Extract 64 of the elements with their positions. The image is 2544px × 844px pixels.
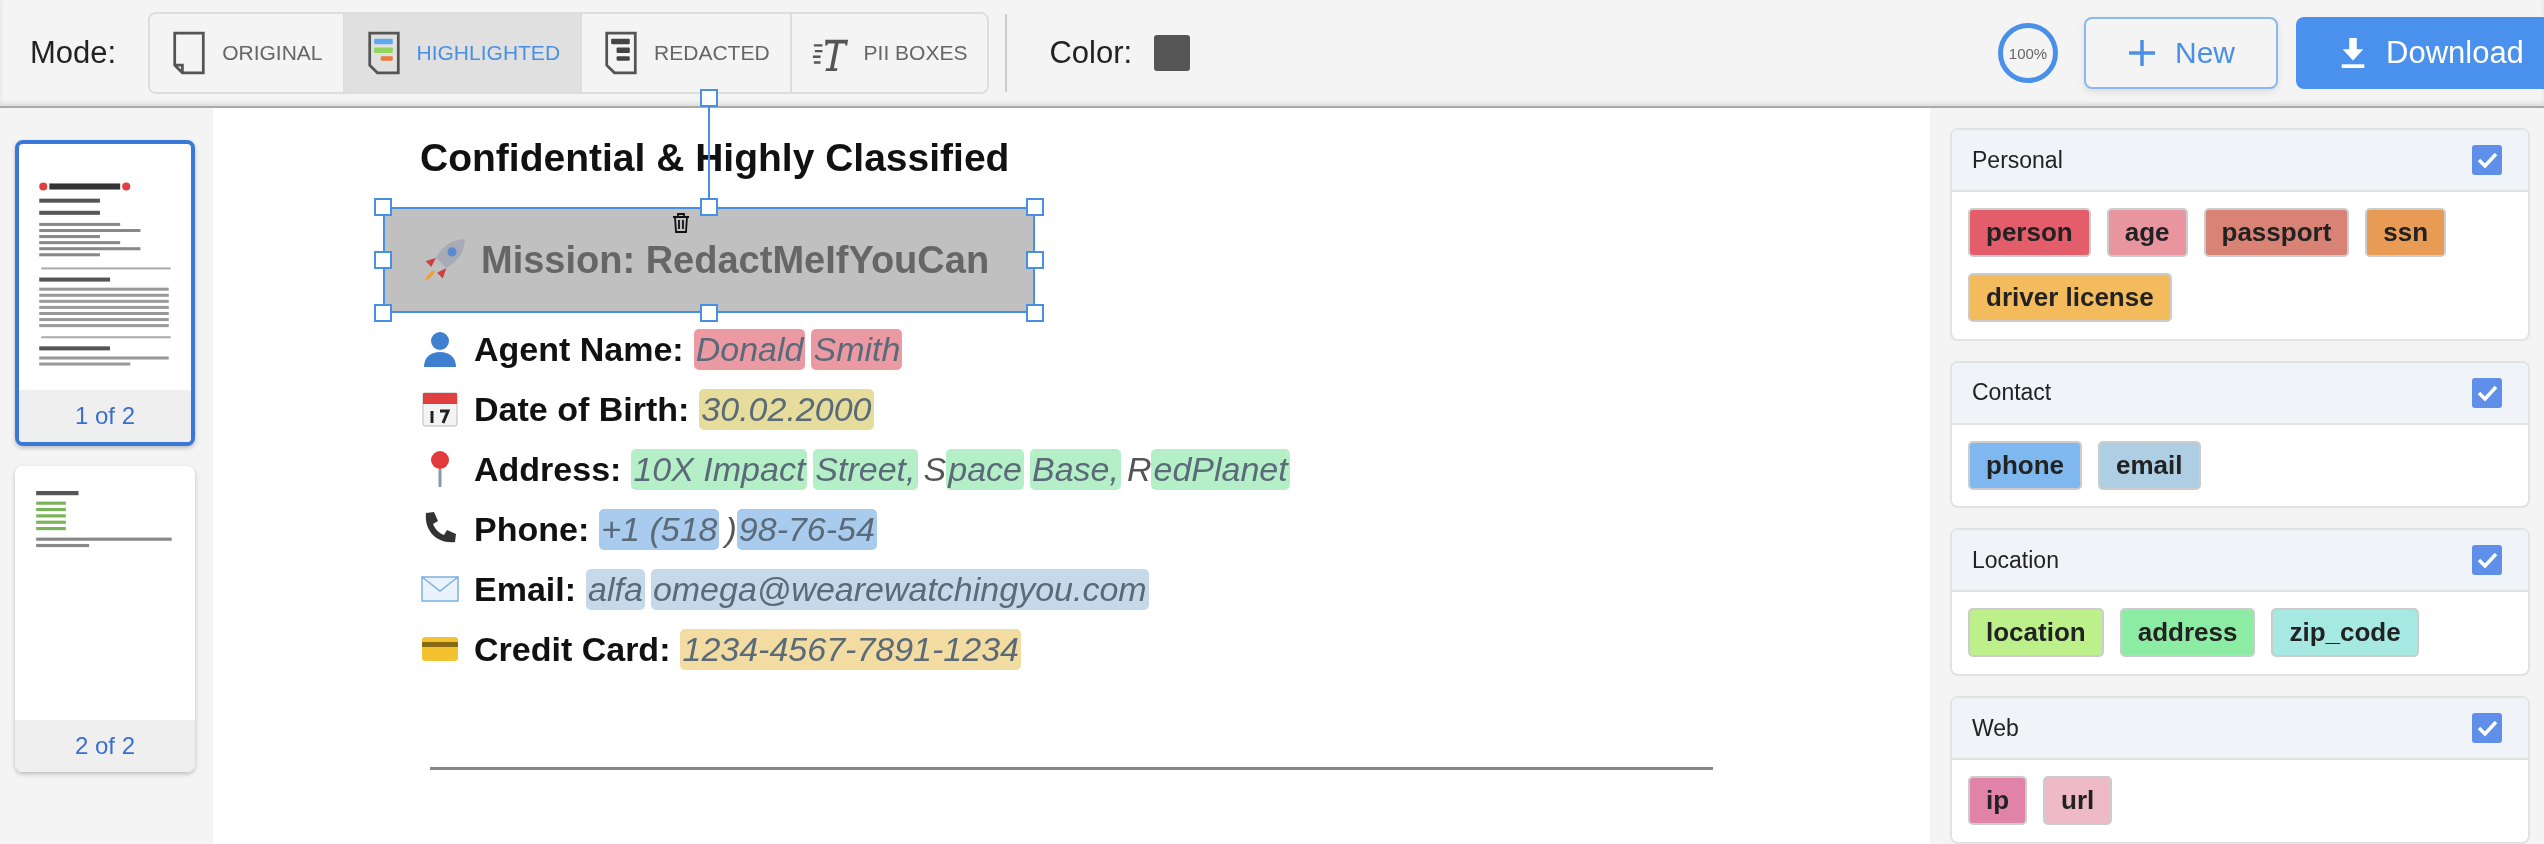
entity-tag[interactable]: address: [2119, 608, 2256, 658]
field-label: Address:: [474, 449, 622, 489]
entity-tag[interactable]: url: [2043, 776, 2113, 826]
resize-handle[interactable]: [1026, 251, 1044, 269]
color-label: Color:: [1049, 35, 1133, 71]
category-title: Location: [1972, 546, 2059, 574]
trash-icon[interactable]: [671, 212, 691, 234]
field-value: Smith: [811, 328, 903, 370]
rotate-handle[interactable]: [700, 89, 718, 107]
resize-handle[interactable]: [374, 198, 392, 216]
resize-handle[interactable]: [374, 304, 392, 322]
entity-tag[interactable]: age: [2106, 208, 2188, 257]
entity-tag[interactable]: person: [1968, 208, 2091, 257]
new-button[interactable]: New: [2084, 17, 2278, 89]
field-value: omega@wearewatchingyou.com: [650, 568, 1149, 610]
field-value: alfa: [586, 568, 645, 610]
field-label: Phone:: [474, 509, 590, 549]
checkbox[interactable]: [2472, 545, 2502, 576]
entity-tag[interactable]: phone: [1968, 440, 2082, 490]
field-value: edPlanet: [1151, 448, 1290, 490]
field-label: Credit Card:: [474, 629, 671, 669]
field-value: Donald: [693, 328, 806, 370]
entity-tag[interactable]: ssn: [2365, 208, 2447, 257]
plus-icon: [2127, 37, 2157, 69]
field-value: S: [923, 448, 947, 490]
field-label: Email:: [474, 569, 577, 609]
resize-handle[interactable]: [700, 198, 718, 216]
field-label: Agent Name:: [474, 329, 684, 369]
field-value: pace: [946, 448, 1024, 490]
download-button[interactable]: Download: [2296, 17, 2544, 89]
field-value: Street,: [813, 448, 918, 490]
field-value: 10X Impact: [631, 448, 808, 490]
category-title: Personal: [1972, 146, 2063, 174]
mode-label: Mode:: [30, 35, 117, 71]
entity-tag[interactable]: location: [1968, 608, 2104, 658]
entity-tag[interactable]: zip_code: [2271, 608, 2419, 658]
mode-tab[interactable]: ORIGINAL: [150, 14, 345, 92]
resize-handle[interactable]: [700, 304, 718, 322]
entity-tag[interactable]: driver license: [1968, 273, 2172, 322]
field-value: +1 (518: [599, 508, 720, 550]
field-value: 30.02.2000: [699, 388, 874, 430]
resize-handle[interactable]: [374, 251, 392, 269]
calendar-icon: [420, 389, 460, 429]
page-thumbnail[interactable]: 1 of 2: [15, 140, 195, 446]
color-swatch[interactable]: [1154, 35, 1191, 71]
entity-tag[interactable]: email: [2098, 440, 2201, 490]
field-value: 1234-4567-7891-1234: [680, 628, 1021, 670]
entity-tag[interactable]: ip: [1968, 776, 2028, 826]
redaction-box[interactable]: Mission: RedactMeIfYouCan: [383, 207, 1035, 313]
checkbox[interactable]: [2472, 713, 2502, 744]
resize-handle[interactable]: [1026, 198, 1044, 216]
field-label: Date of Birth:: [474, 389, 690, 429]
resize-handle[interactable]: [1026, 304, 1044, 322]
field-value: 98-76-54: [736, 508, 877, 550]
redacted-text: Mission: RedactMeIfYouCan: [481, 238, 990, 282]
field-value: R: [1126, 448, 1152, 490]
checkbox[interactable]: [2472, 377, 2502, 408]
category-title: Contact: [1972, 379, 2052, 407]
zoom-indicator: 100%: [1998, 23, 2058, 83]
page-thumbnail[interactable]: 2 of 2: [15, 466, 195, 772]
field-value: Base,: [1029, 448, 1121, 490]
entity-tag[interactable]: passport: [2203, 208, 2350, 257]
category-title: Web: [1972, 714, 2019, 742]
checkbox[interactable]: [2472, 145, 2502, 175]
